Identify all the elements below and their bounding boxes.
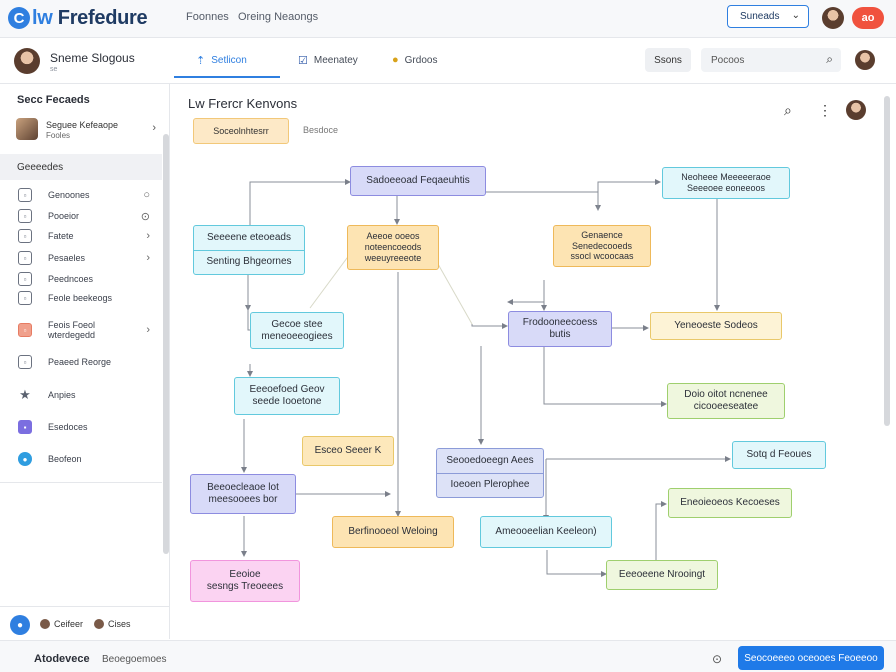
tab-meenatey[interactable]: ☑ Meenatey xyxy=(298,54,358,67)
chevron-right-icon: › xyxy=(152,122,156,134)
node-eeeoefoed[interactable]: Eeeoefoed Geov seede Iooetone xyxy=(234,377,340,415)
profile-subtitle: se xyxy=(50,66,58,73)
header-button[interactable]: Ssons xyxy=(645,48,691,72)
avatar xyxy=(94,619,104,629)
box-icon: ▫ xyxy=(18,209,32,223)
sidebar-title: Secc Fecaeds xyxy=(17,94,90,106)
box-icon: ▫ xyxy=(18,229,32,243)
active-tab-indicator xyxy=(174,76,280,78)
box-icon: ▫ xyxy=(18,355,32,369)
bottom-bar: Atodevece Beoegoemoes ⊙ Seocoeeeo oceooe… xyxy=(0,640,896,672)
user-avatar[interactable] xyxy=(822,7,844,29)
node-yeneoeste[interactable]: Yeneoeste Sodeos xyxy=(650,312,782,340)
search-icon[interactable]: ⌕ xyxy=(826,52,833,67)
pin-icon: ⇡ xyxy=(196,55,206,67)
node-seeeene[interactable]: Seeeene eteoeads Senting Bhgeornes xyxy=(193,225,305,275)
app-name: lw Frefedure xyxy=(32,6,148,29)
top-nav-link-2[interactable]: Oreing Neaongs xyxy=(238,11,318,23)
coin-icon: ● xyxy=(392,54,399,66)
sidebar-divider xyxy=(0,482,162,483)
app-logo[interactable]: C lw Frefedure xyxy=(8,6,148,30)
sidebar-item-3[interactable]: ▫ Fatete › xyxy=(0,226,162,246)
chevron-down-icon: ⌄ xyxy=(791,10,800,21)
sidebar-item-7[interactable]: ▫ Feois Foeol wterdegedd › xyxy=(0,316,162,344)
sidebar-footer: ● Ceifeer Cises xyxy=(0,606,170,640)
bottom-subtitle: Beoegoemoes xyxy=(102,654,167,665)
notifications-pill[interactable]: ao xyxy=(852,7,884,29)
node-berfinooeol[interactable]: Berfinooeol Weloing xyxy=(332,516,454,548)
checkbox-icon: ☑ xyxy=(298,55,308,67)
sidebar-item-1[interactable]: ▫ Genoones ○ xyxy=(0,185,162,205)
square-icon: ▪ xyxy=(18,420,32,434)
box-icon: ▫ xyxy=(18,272,32,286)
node-beeoecleaoe[interactable]: Beeoecleaoe lot meesooees bor xyxy=(190,474,296,514)
sidebar-item-esedoces[interactable]: ▪ Esedoces xyxy=(0,417,162,437)
node-sadoeeoad[interactable]: Sadoeeoad Feqaeuhtis xyxy=(350,166,486,196)
node-doio[interactable]: Doio oitot ncnenee cicooeeseatee xyxy=(667,383,785,419)
diagram-canvas[interactable]: Lw Frercr Kenvons ⌕ ⋮ Soceolnhtesrr Besd… xyxy=(170,84,896,640)
star-icon: ★ xyxy=(19,387,31,402)
sub-header: Sneme Slogous se ⇡ Setlicon ☑ Meenatey ●… xyxy=(0,38,896,84)
node-esceo[interactable]: Esceo Seeer K xyxy=(302,436,394,466)
node-neoheee[interactable]: Neoheee Meeeeeraoe Seeeoee eoneeoos xyxy=(662,167,790,199)
top-bar: C lw Frefedure Foonnes Oreing Neaongs Su… xyxy=(0,0,896,38)
sidebar-item-anpies[interactable]: ★ Anpies xyxy=(0,385,162,405)
node-eeoioe[interactable]: Eeoioe sesngs Treoeees xyxy=(190,560,300,602)
header-avatar[interactable] xyxy=(855,50,875,70)
sidebar-item-5[interactable]: ▫ Peedncoes xyxy=(0,269,162,289)
box-icon: ▫ xyxy=(18,291,32,305)
sidebar-scrollbar[interactable] xyxy=(163,134,169,554)
sidebar-item-4[interactable]: ▫ Pesaeles › xyxy=(0,248,162,268)
node-aeeoe[interactable]: Aeeoe ooeos noteencoeods weeuyreeeote xyxy=(347,225,439,270)
search-input[interactable]: Pocoos ⌕ xyxy=(701,48,841,72)
node-frodooneecoess[interactable]: Frodooneecoess butis xyxy=(508,311,612,347)
sidebar-item-6[interactable]: ▫ Feole beekeogs xyxy=(0,288,162,308)
logo-icon: C xyxy=(8,7,30,29)
sidebar-item-8[interactable]: ▫ Peaeed Reorge xyxy=(0,352,162,372)
node-genaence[interactable]: Genaence Senedecooeds ssocl wcoocaas xyxy=(553,225,651,267)
profile-name: Sneme Slogous xyxy=(50,51,135,65)
avatar xyxy=(40,619,50,629)
sidebar: Secc Fecaeds Seguee Kefeaope Fooles › Ge… xyxy=(0,84,170,639)
box-icon: ▫ xyxy=(18,323,32,337)
node-eneoieoeos[interactable]: Eneoieoeos Kecoeses xyxy=(668,488,792,518)
sidebar-profile-card[interactable]: Seguee Kefeaope Fooles › xyxy=(14,118,160,144)
node-ameooeelian[interactable]: Ameooeelian Keeleon) xyxy=(480,516,612,548)
node-gecoe[interactable]: Gecoe stee meneoeeogiees xyxy=(250,312,344,349)
footer-item-2[interactable]: Cises xyxy=(94,619,131,629)
add-button[interactable]: ● xyxy=(10,615,30,635)
node-sotq[interactable]: Sotq d Feoues xyxy=(732,441,826,469)
sidebar-section-header[interactable]: Geeeedes xyxy=(0,154,162,180)
workspace-select[interactable]: Suneads ⌄ xyxy=(727,5,809,28)
top-nav-link-1[interactable]: Foonnes xyxy=(186,11,229,23)
sidebar-item-beofeon[interactable]: ● Beofeon xyxy=(0,449,162,469)
footer-item-1[interactable]: Ceifeer xyxy=(40,619,83,629)
node-seooedoeegn[interactable]: Seooedoeegn Aees Ioeoen Plerophee xyxy=(436,448,544,498)
settings-icon[interactable]: ⊙ xyxy=(712,652,722,666)
chat-icon: ● xyxy=(18,452,32,466)
tab-setlicon[interactable]: ⇡ Setlicon xyxy=(196,54,247,67)
box-icon: ▫ xyxy=(18,251,32,265)
sidebar-item-2[interactable]: ▫ Pooeior ⊙ xyxy=(0,206,162,226)
box-icon: ▫ xyxy=(18,188,32,202)
primary-action-button[interactable]: Seocoeeeo oceooes Feoeeoo xyxy=(738,646,884,670)
tab-grdoos[interactable]: ● Grdoos xyxy=(392,54,437,66)
card-avatar xyxy=(16,118,38,140)
node-eeeoeene[interactable]: Eeeoeene Nrooingt xyxy=(606,560,718,590)
bottom-title: Atodevece xyxy=(34,653,90,665)
profile-avatar[interactable] xyxy=(14,48,40,74)
